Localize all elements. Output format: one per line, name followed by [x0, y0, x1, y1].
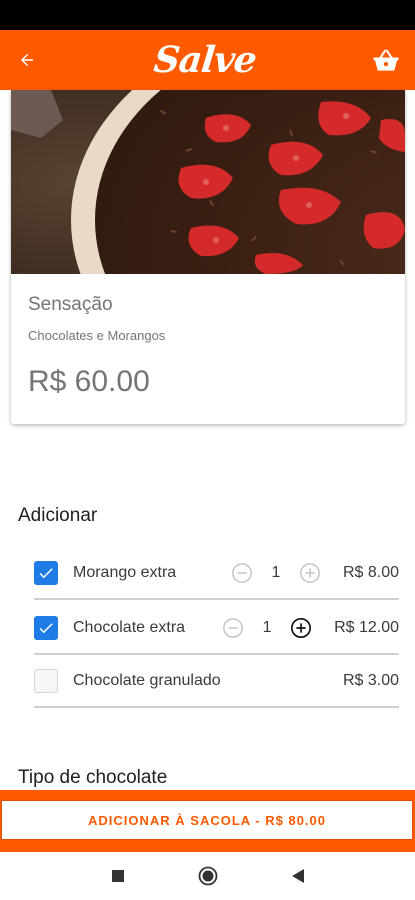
quantity-stepper: 1	[222, 617, 312, 639]
bottom-action-bar: ADICIONAR À SACOLA - R$ 80.00	[0, 790, 415, 852]
shopping-basket-icon	[373, 49, 399, 71]
addon-row-chocolate-extra: Chocolate extra 1 R$ 12.00	[34, 603, 399, 655]
minus-circle-icon	[223, 618, 243, 638]
product-image	[11, 90, 405, 274]
addon-price: R$ 8.00	[342, 564, 399, 581]
product-description: Chocolates e Morangos	[28, 328, 166, 343]
app-bar: Salve	[0, 30, 415, 90]
circle-home-icon	[198, 866, 217, 886]
addon-price: R$ 3.00	[342, 672, 399, 689]
recents-button[interactable]	[108, 866, 128, 886]
increment-button[interactable]	[290, 617, 312, 639]
addon-checkbox[interactable]	[34, 669, 58, 693]
addon-row-chocolate-granulado: Chocolate granulado R$ 3.00	[34, 656, 399, 708]
product-name: Sensação	[28, 294, 113, 315]
back-nav-button[interactable]	[288, 866, 308, 886]
addon-checkbox[interactable]	[34, 561, 58, 585]
check-icon	[39, 568, 53, 579]
add-to-bag-button[interactable]: ADICIONAR À SACOLA - R$ 80.00	[1, 800, 413, 840]
minus-circle-icon	[232, 563, 252, 583]
decrement-button[interactable]	[231, 562, 253, 584]
plus-circle-icon	[300, 563, 320, 583]
triangle-back-icon	[291, 869, 304, 883]
addon-name: Chocolate granulado	[73, 672, 221, 689]
increment-button[interactable]	[299, 562, 321, 584]
addon-price: R$ 12.00	[334, 619, 399, 636]
decrement-button[interactable]	[222, 617, 244, 639]
app-logo: Salve	[151, 39, 258, 81]
addons-title: Adicionar	[18, 505, 98, 526]
addon-name: Chocolate extra	[73, 619, 186, 636]
home-button[interactable]	[198, 866, 218, 886]
arrow-left-icon	[21, 54, 33, 66]
product-card: Sensação Chocolates e Morangos R$ 60.00	[11, 90, 405, 424]
add-to-bag-label: ADICIONAR À SACOLA - R$ 80.00	[88, 812, 326, 828]
square-recents-icon	[111, 870, 124, 882]
back-button[interactable]	[14, 47, 40, 73]
plus-circle-icon	[291, 618, 312, 638]
pizza-photo	[11, 90, 405, 274]
cart-button[interactable]	[369, 43, 403, 77]
quantity-value: 1	[262, 619, 272, 636]
chocolate-type-title: Tipo de chocolate	[18, 767, 168, 788]
status-bar	[0, 0, 415, 30]
quantity-stepper: 1	[231, 562, 321, 584]
system-nav-bar	[0, 852, 415, 900]
quantity-value: 1	[271, 564, 281, 581]
addon-row-morango-extra: Morango extra 1 R$ 8.00	[34, 548, 399, 600]
check-icon	[39, 623, 53, 634]
product-price: R$ 60.00	[28, 365, 150, 398]
addon-checkbox[interactable]	[34, 616, 58, 640]
addon-name: Morango extra	[73, 564, 177, 581]
